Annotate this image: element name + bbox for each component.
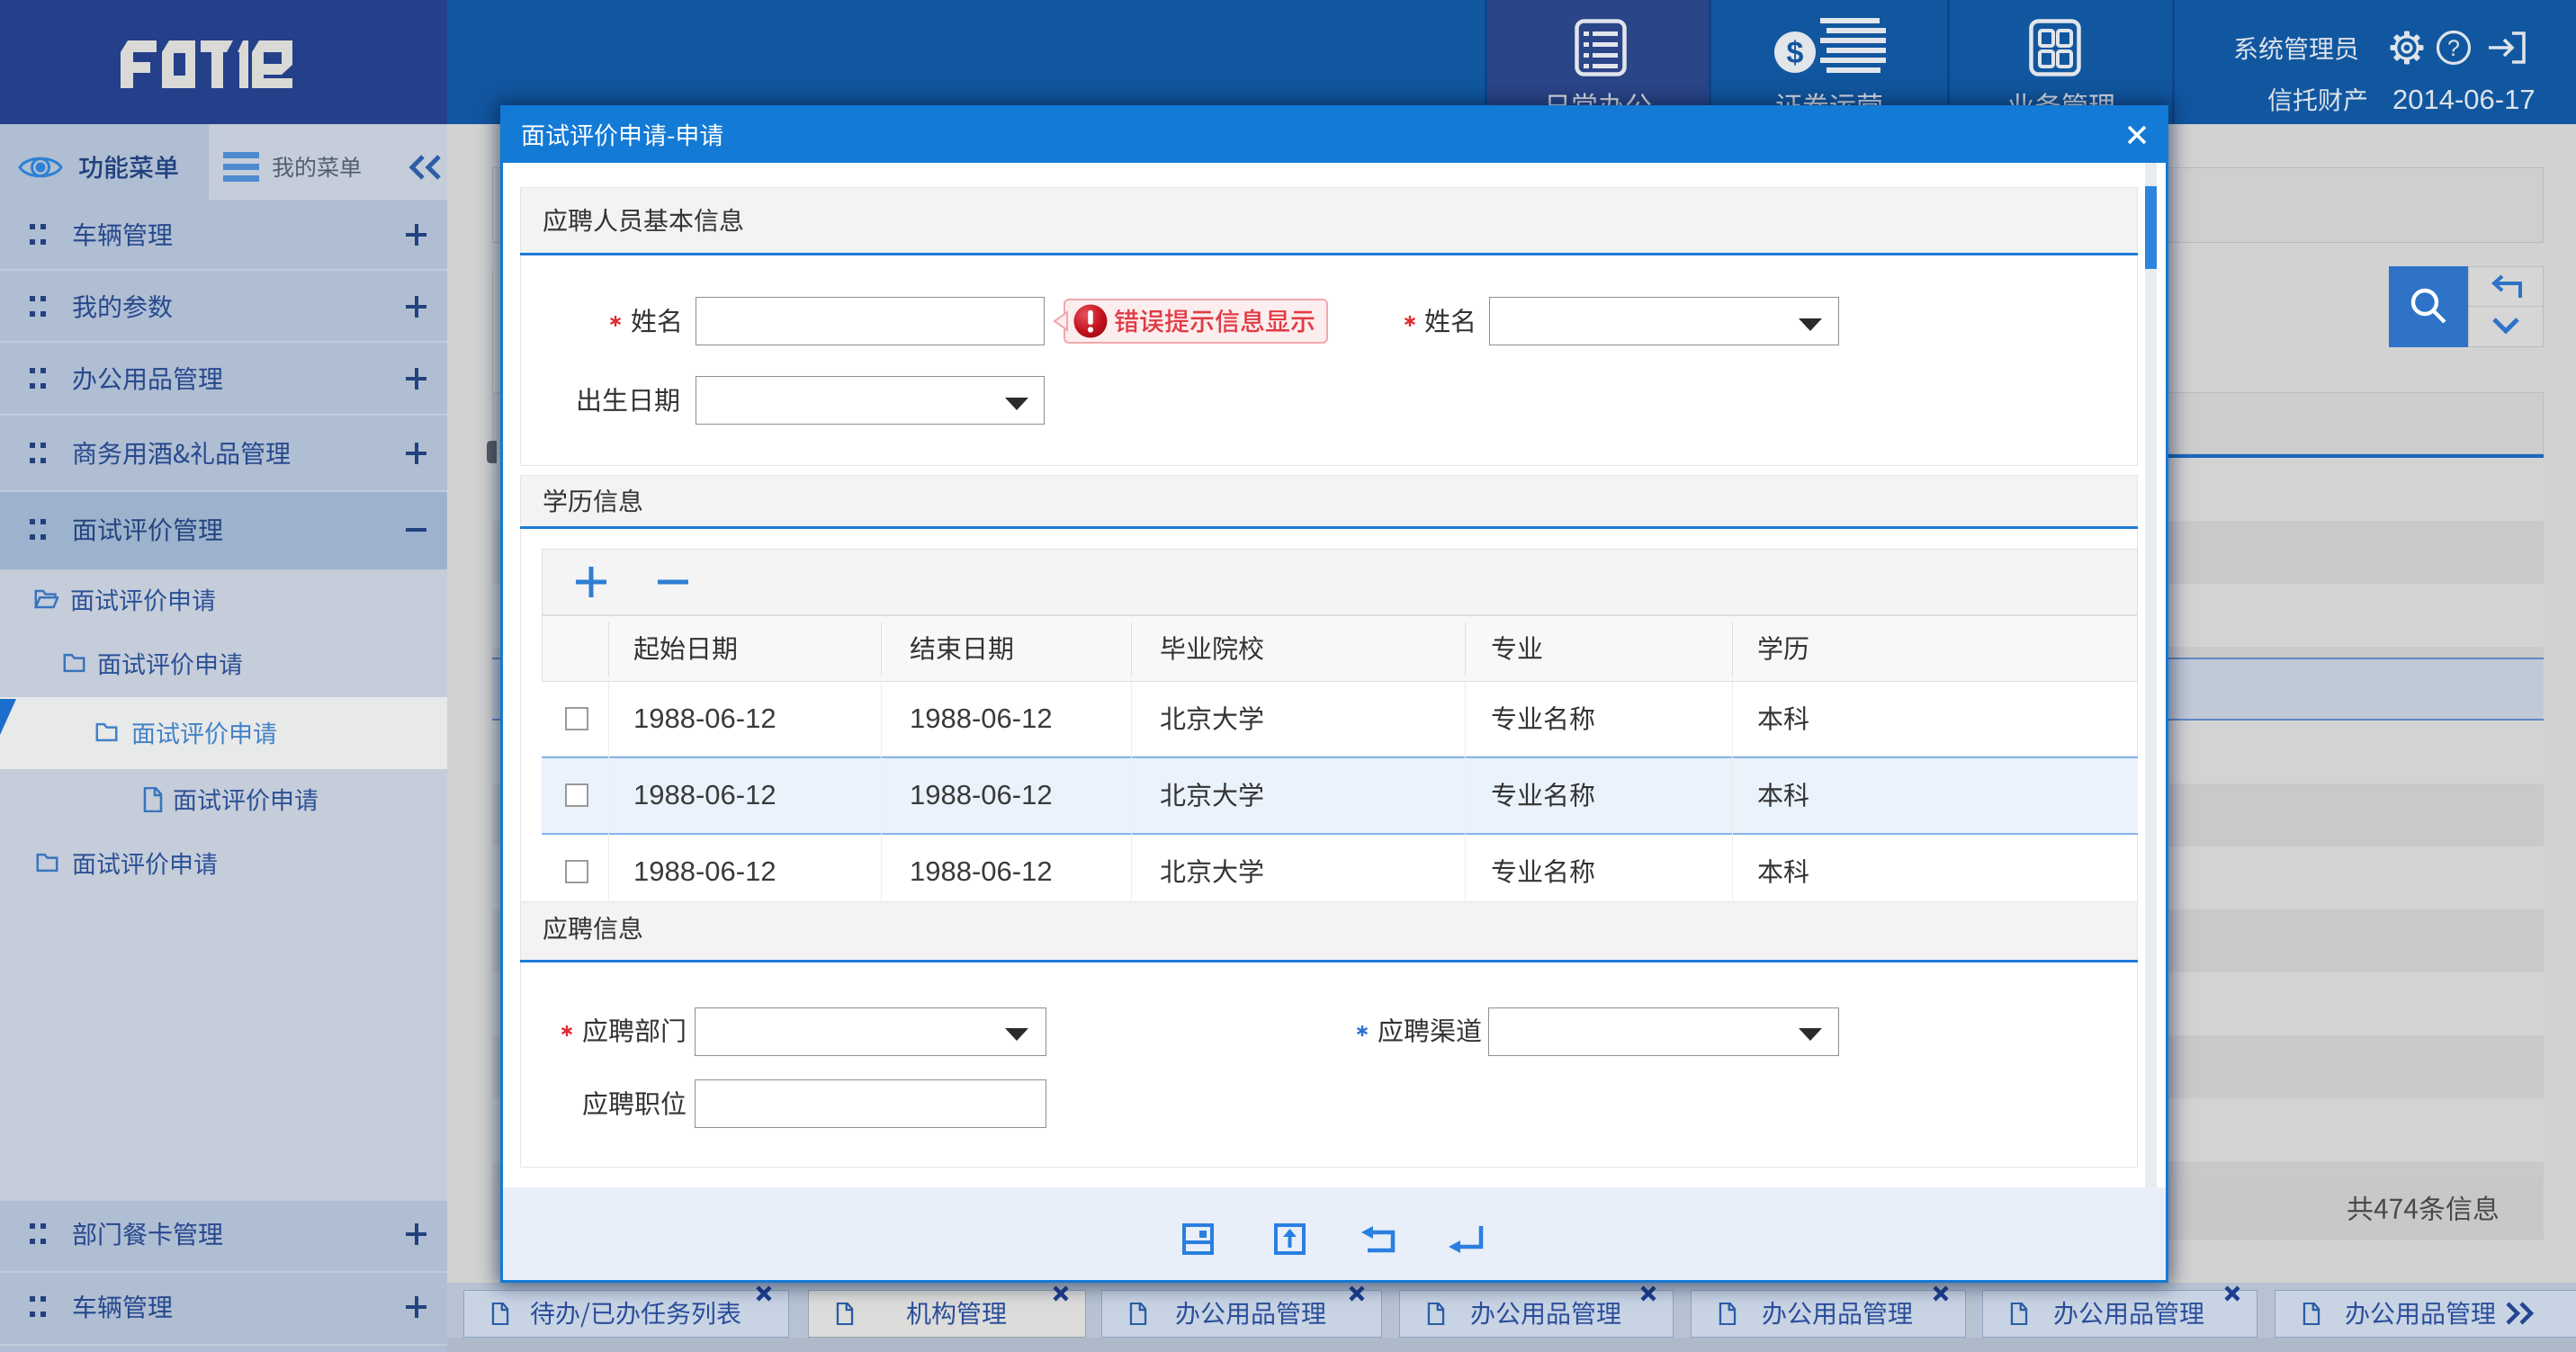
svg-text:$: $ [1787, 36, 1804, 70]
svg-text:?: ? [2447, 36, 2460, 61]
